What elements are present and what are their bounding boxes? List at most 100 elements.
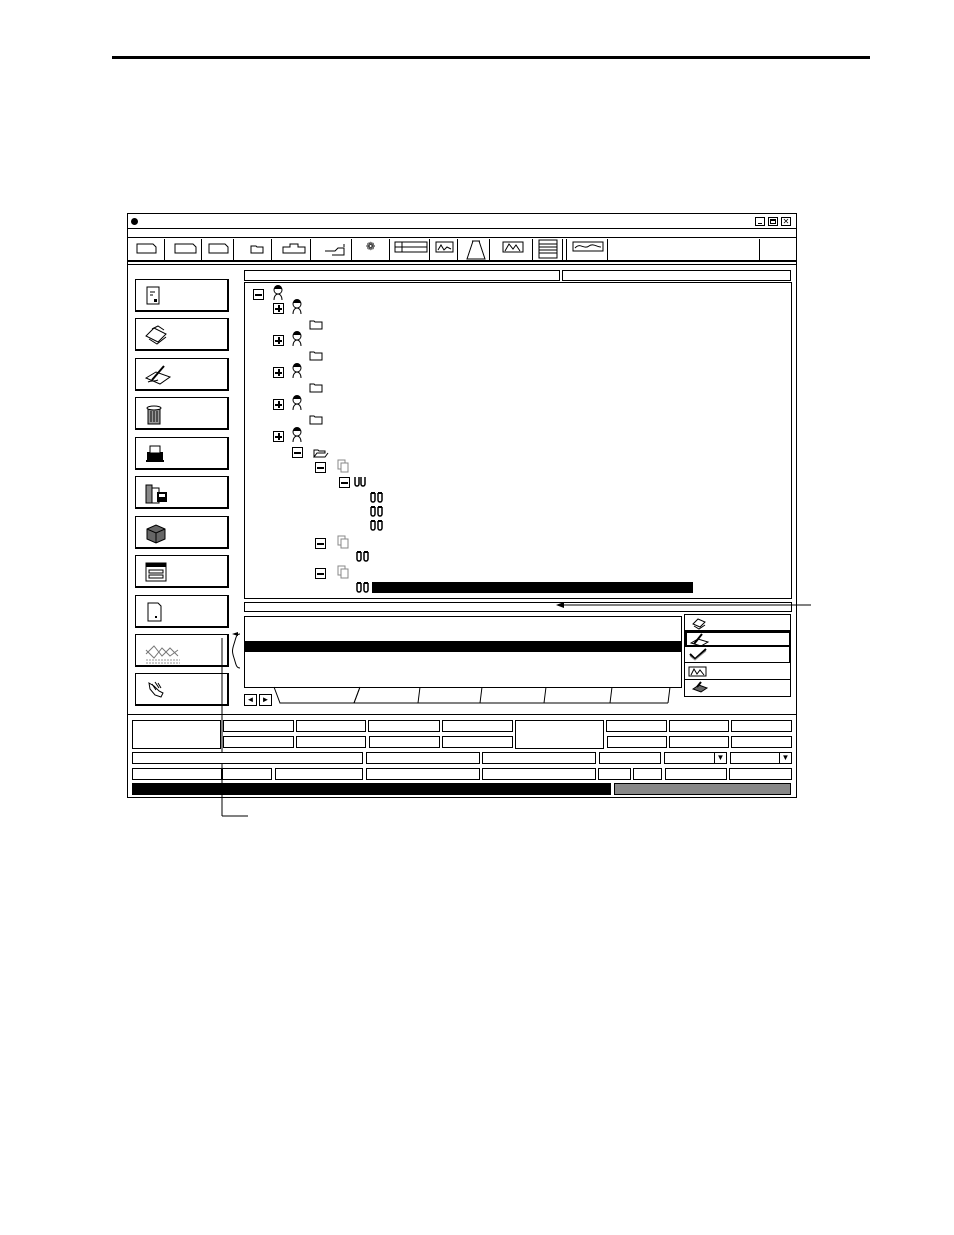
tree-column-header-1[interactable] [244, 270, 560, 281]
form-field[interactable] [665, 768, 727, 780]
menu-bar [128, 230, 796, 238]
toolbar-button-new-3[interactable] [204, 239, 234, 260]
form-select[interactable]: ▼ [664, 752, 727, 764]
form-field[interactable] [222, 768, 272, 780]
waveform-icon [435, 241, 454, 253]
sidebar-button-archive[interactable] [135, 476, 229, 509]
tab-3[interactable] [420, 688, 482, 704]
list-icon [538, 239, 558, 259]
form-field[interactable] [598, 768, 631, 780]
collapse-toggle[interactable] [315, 538, 326, 549]
form-field[interactable] [223, 720, 294, 732]
toolbar-button-chart[interactable] [493, 239, 533, 260]
detail-list-selected-row[interactable] [245, 641, 682, 652]
toolbar-button-table[interactable] [392, 239, 430, 260]
form-field[interactable] [633, 768, 662, 780]
form-select[interactable]: ▼ [730, 752, 792, 764]
form-field[interactable] [296, 736, 366, 748]
expand-toggle[interactable] [273, 335, 284, 346]
sidebar-button-document[interactable] [135, 279, 229, 312]
form-field[interactable] [669, 720, 729, 732]
sidebar-button-package[interactable] [135, 516, 229, 549]
stamp-icon [691, 681, 709, 693]
maximize-icon[interactable] [768, 217, 778, 226]
collapse-toggle[interactable] [315, 568, 326, 579]
folder-icon [309, 415, 323, 425]
toolbar-button-new-1[interactable] [130, 239, 165, 260]
sidebar-button-sign[interactable] [135, 358, 229, 391]
action-chart[interactable] [685, 664, 790, 680]
form-field[interactable] [599, 752, 661, 764]
expand-toggle[interactable] [273, 367, 284, 378]
sidebar-button-hand[interactable] [135, 673, 229, 706]
expand-toggle[interactable] [273, 399, 284, 410]
close-icon[interactable]: ✕ [781, 217, 791, 226]
form-field[interactable] [442, 720, 513, 732]
form-field[interactable] [482, 752, 596, 764]
sidebar-button-print[interactable] [135, 318, 229, 351]
form-field[interactable] [296, 720, 366, 732]
prev-button[interactable]: ◄ [244, 694, 257, 706]
collapse-toggle[interactable] [253, 289, 264, 300]
form-field[interactable] [366, 752, 480, 764]
toolbar-button-tray[interactable] [275, 239, 311, 260]
tab-5[interactable] [548, 688, 610, 704]
form-field[interactable] [482, 768, 596, 780]
hand-pointer-icon [325, 244, 345, 256]
toolbar-button-graph[interactable] [566, 239, 608, 260]
collapse-toggle[interactable] [315, 462, 326, 473]
form-field[interactable] [223, 736, 294, 748]
form-field[interactable] [275, 768, 363, 780]
tab-4[interactable] [484, 688, 546, 704]
trash-icon [146, 405, 162, 425]
action-stamp[interactable] [685, 680, 790, 696]
flask-icon [466, 240, 486, 260]
sidebar-button-output[interactable] [135, 437, 229, 470]
printer-icon [692, 618, 706, 630]
toolbar-button-open[interactable] [236, 239, 272, 260]
sidebar-button-trash[interactable] [135, 397, 229, 430]
toolbar-button-new-2[interactable] [168, 239, 202, 260]
form-field[interactable] [368, 720, 440, 732]
form-field[interactable] [132, 768, 222, 780]
test-tubes-icon [356, 551, 369, 562]
form-field[interactable] [731, 720, 792, 732]
sidebar-button-page[interactable] [135, 595, 229, 628]
toolbar-button-flask[interactable] [460, 239, 490, 260]
action-sign[interactable] [685, 631, 790, 647]
toolbar-button-settings[interactable]: ❁ [354, 239, 390, 260]
tab-1[interactable] [278, 688, 354, 704]
collapse-toggle[interactable] [339, 477, 350, 488]
toolbar-button-wave[interactable] [432, 239, 458, 260]
test-tubes-icon [356, 582, 369, 593]
package-icon [146, 524, 166, 544]
form-field[interactable] [442, 736, 513, 748]
form-field[interactable] [731, 736, 792, 748]
form-field[interactable] [669, 736, 729, 748]
form-field-large-left[interactable] [132, 720, 221, 749]
toolbar-button-pointer[interactable] [314, 239, 352, 260]
tab-6[interactable] [612, 688, 670, 704]
toolbar-button-list[interactable] [535, 239, 563, 260]
user-icon [292, 395, 302, 411]
next-button[interactable]: ► [259, 694, 272, 706]
tree-row-selected[interactable] [372, 582, 693, 593]
form-field[interactable] [366, 768, 480, 780]
detail-list [244, 616, 682, 688]
sidebar-button-window[interactable] [135, 555, 229, 588]
form-field[interactable] [606, 720, 667, 732]
minimize-icon[interactable] [755, 217, 765, 226]
expand-toggle[interactable] [273, 303, 284, 314]
form-field-wide[interactable] [132, 752, 363, 764]
tree-column-header-2[interactable] [562, 270, 791, 281]
form-field[interactable] [607, 736, 667, 748]
expand-toggle[interactable] [273, 431, 284, 442]
collapse-toggle[interactable] [292, 447, 303, 458]
tab-2[interactable] [356, 688, 418, 704]
form-field-large-center[interactable] [515, 720, 604, 749]
form-field[interactable] [369, 736, 440, 748]
action-approve[interactable] [685, 647, 790, 663]
form-field[interactable] [729, 768, 792, 780]
action-print[interactable] [685, 615, 790, 631]
sidebar-button-trend[interactable] [135, 634, 229, 667]
